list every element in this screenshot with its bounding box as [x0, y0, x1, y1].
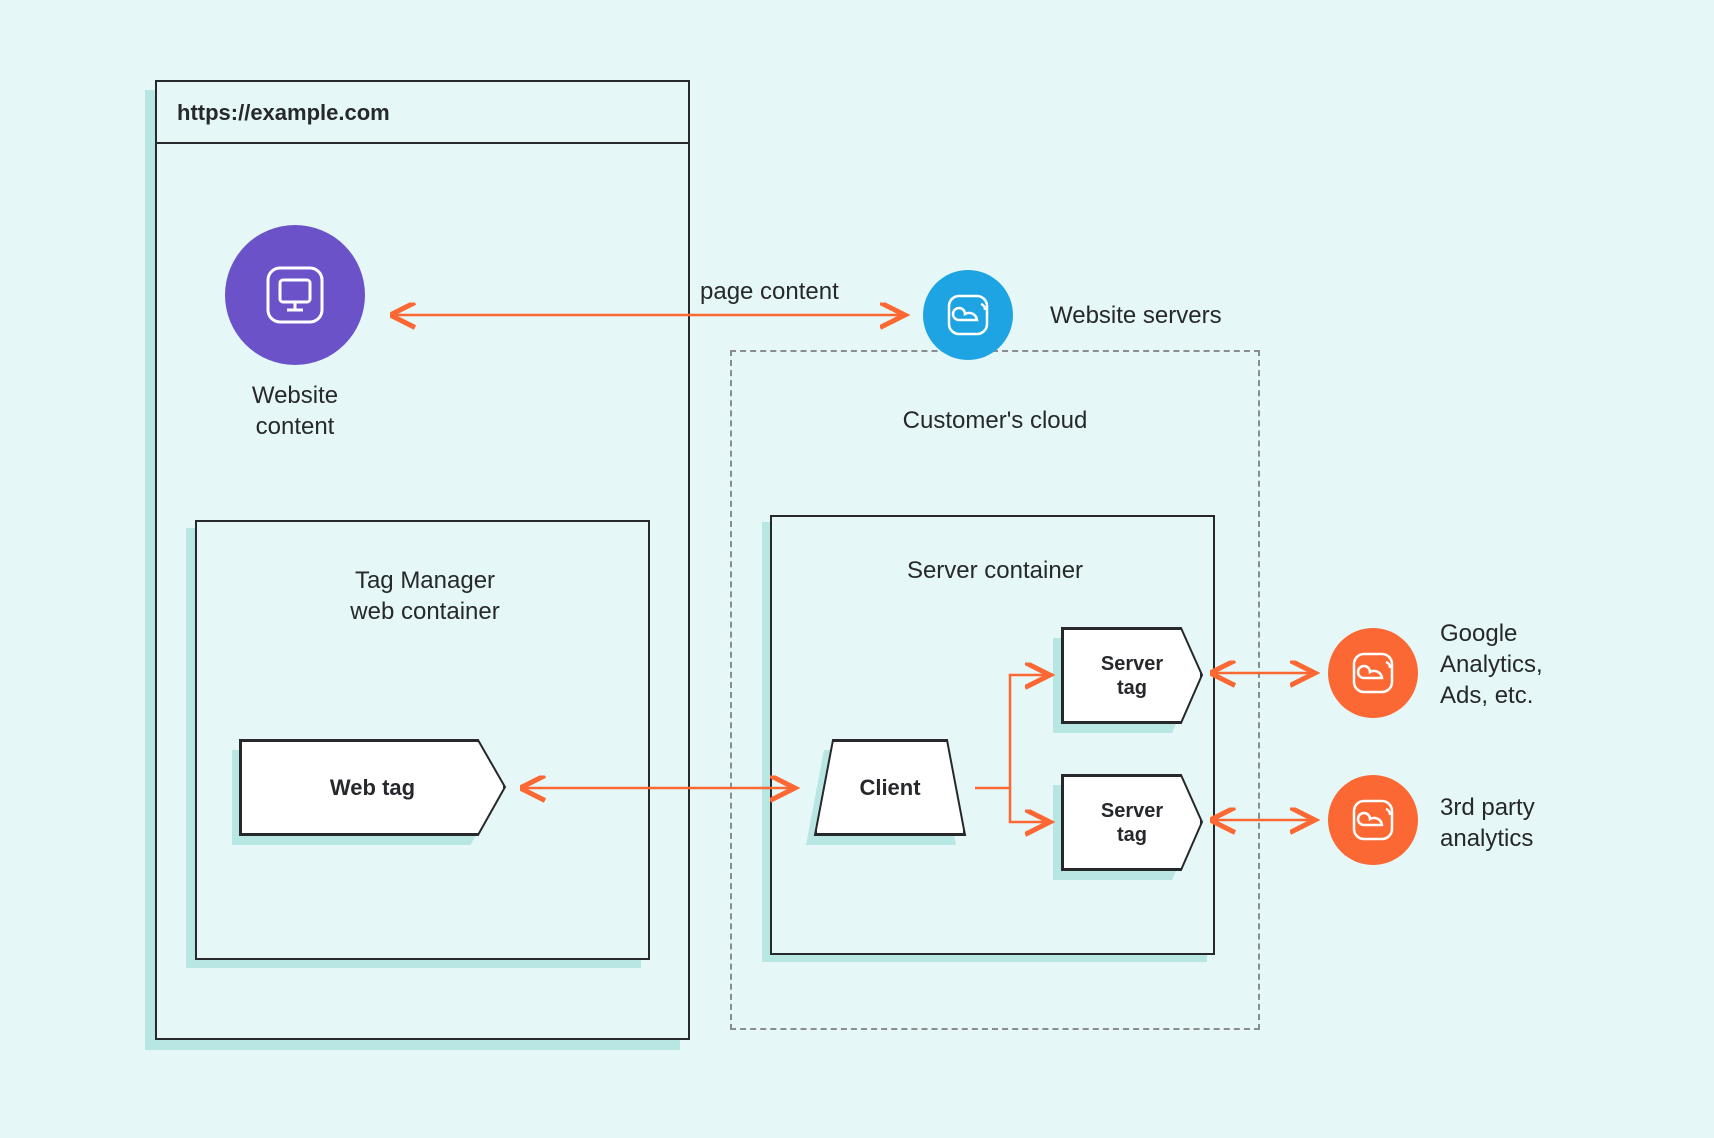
cloud-icon	[1348, 795, 1398, 845]
client-label: Client	[859, 775, 920, 801]
browser-url-text: https://example.com	[177, 100, 390, 126]
web-tag: Web tag	[240, 740, 505, 835]
customer-cloud-label: Customer's cloud	[820, 405, 1170, 436]
page-content-label: page content	[700, 276, 839, 307]
website-servers-label: Website servers	[1050, 300, 1310, 331]
browser-url-bar: https://example.com	[157, 82, 688, 144]
server-tag-bottom: Server tag	[1062, 775, 1202, 870]
website-content-label: Website content	[230, 380, 360, 442]
cloud-icon	[1348, 648, 1398, 698]
cloud-icon	[943, 290, 993, 340]
server-container-label: Server container	[820, 555, 1170, 586]
monitor-icon	[260, 260, 330, 330]
google-analytics-label: Google Analytics, Ads, etc.	[1440, 618, 1640, 712]
server-tag-top: Server tag	[1062, 628, 1202, 723]
client-node: Client	[815, 740, 965, 835]
third-party-icon-circle	[1328, 775, 1418, 865]
third-party-label: 3rd party analytics	[1440, 792, 1640, 854]
tag-manager-label: Tag Manager web container	[275, 565, 575, 627]
web-tag-label: Web tag	[330, 775, 415, 801]
website-servers-icon-circle	[923, 270, 1013, 360]
google-analytics-icon-circle	[1328, 628, 1418, 718]
website-content-icon-circle	[225, 225, 365, 365]
